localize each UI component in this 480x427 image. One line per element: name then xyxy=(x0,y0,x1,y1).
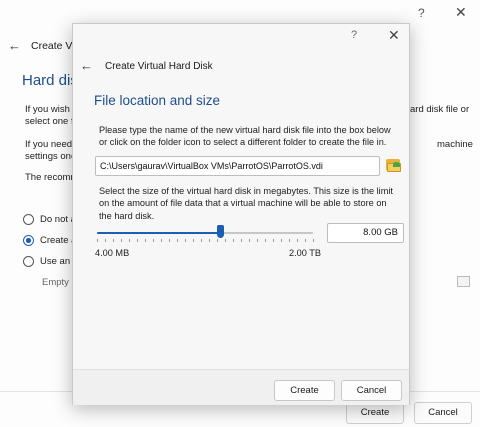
slider-tick xyxy=(313,239,314,242)
slider-tick xyxy=(97,239,98,242)
slider-tick xyxy=(137,239,138,242)
slider-tick xyxy=(281,239,282,242)
slider-tick xyxy=(129,239,130,242)
back-arrow-icon[interactable]: ← xyxy=(80,58,93,73)
radio-use-existing[interactable] xyxy=(23,256,34,267)
slider-tick xyxy=(241,239,242,242)
folder-icon[interactable] xyxy=(385,157,402,174)
help-button[interactable]: ? xyxy=(418,6,425,20)
back-arrow-icon[interactable]: ← xyxy=(8,38,21,53)
background-text: select one f xyxy=(25,116,74,127)
radio-label: Do not a xyxy=(40,214,76,225)
folder-leaf xyxy=(393,162,400,167)
help-button[interactable]: ? xyxy=(351,29,357,41)
dialog-title: Create Virtual Hard Disk xyxy=(105,61,213,72)
file-path-input[interactable]: C:\Users\gaurav\VirtualBox VMs\ParrotOS\… xyxy=(95,156,380,176)
slider-tick xyxy=(153,239,154,242)
folder-icon[interactable] xyxy=(457,276,470,287)
radio-create-new[interactable] xyxy=(23,235,34,246)
slider-tick xyxy=(233,239,234,242)
close-button[interactable]: ✕ xyxy=(388,27,400,44)
min-size-label: 4.00 MB xyxy=(95,248,130,258)
slider-tick xyxy=(185,239,186,242)
slider-tick xyxy=(113,239,114,242)
slider-tick xyxy=(225,239,226,242)
slider-tick xyxy=(289,239,290,242)
slider-tick xyxy=(201,239,202,242)
close-button[interactable]: ✕ xyxy=(455,4,467,21)
create-button[interactable]: Create xyxy=(274,380,335,401)
slider-tick xyxy=(249,239,250,242)
file-location-instructions: Please type the name of the new virtual … xyxy=(99,125,391,148)
slider-tick xyxy=(161,239,162,242)
size-slider[interactable] xyxy=(95,222,315,242)
background-cancel-button[interactable]: Cancel xyxy=(414,402,472,424)
slider-tick xyxy=(209,239,210,242)
slider-tick xyxy=(265,239,266,242)
slider-tick xyxy=(169,239,170,242)
cancel-button[interactable]: Cancel xyxy=(341,380,402,401)
disk-select-value[interactable]: Empty xyxy=(42,277,69,288)
background-text: ard disk file or xyxy=(410,104,470,115)
background-text: settings one xyxy=(25,151,77,162)
section-heading: File location and size xyxy=(94,93,221,108)
slider-tick xyxy=(193,239,194,242)
slider-tick xyxy=(257,239,258,242)
radio-do-not-add[interactable] xyxy=(23,214,34,225)
size-instructions: Select the size of the virtual hard disk… xyxy=(99,186,393,221)
slider-tick xyxy=(145,239,146,242)
background-create-button[interactable]: Create xyxy=(346,402,404,424)
background-text: The recomm xyxy=(25,172,79,183)
create-virtual-hard-disk-dialog: ? ✕ ← Create Virtual Hard Disk File loca… xyxy=(72,23,410,405)
background-text: If you need xyxy=(25,139,73,150)
slider-tick xyxy=(305,239,306,242)
slider-tick xyxy=(297,239,298,242)
max-size-label: 2.00 TB xyxy=(289,248,322,258)
radio-label: Create a xyxy=(40,235,77,246)
slider-tick xyxy=(121,239,122,242)
slider-tick xyxy=(273,239,274,242)
background-text: machine xyxy=(437,139,473,150)
slider-thumb[interactable] xyxy=(217,225,225,238)
slider-tick xyxy=(217,239,218,242)
background-text: If you wish xyxy=(25,104,70,115)
slider-track-fill xyxy=(97,232,221,234)
slider-tick xyxy=(105,239,106,242)
slider-tick xyxy=(177,239,178,242)
size-input[interactable]: 8.00 GB xyxy=(327,223,404,243)
